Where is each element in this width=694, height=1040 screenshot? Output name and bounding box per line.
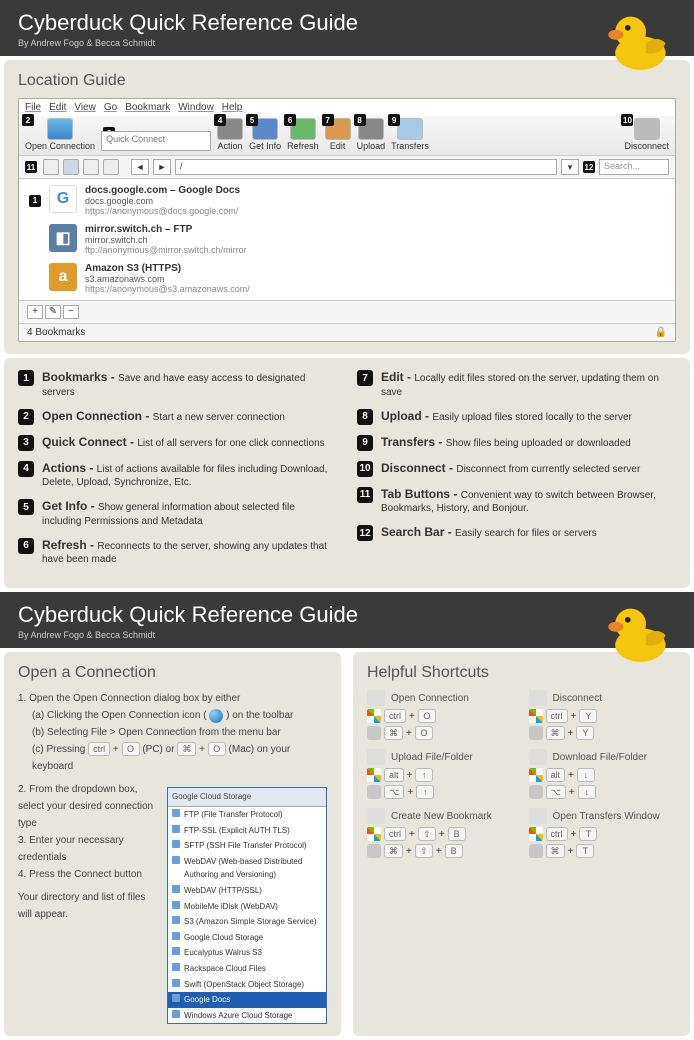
shortcut-item: Upload File/Folder alt + ↑ ⌥ + ↑ [367, 749, 515, 802]
legend-item: 8Upload - Easily upload files stored loc… [357, 409, 676, 425]
add-bookmark-button[interactable]: + [27, 305, 43, 319]
duck-logo [604, 4, 674, 74]
legend-section: 1Bookmarks - Save and have easy access t… [4, 358, 690, 588]
get-info-button[interactable]: 5Get Info [249, 118, 281, 151]
disconnect-button[interactable]: 10Disconnect [624, 118, 669, 151]
s3-icon: a [49, 263, 77, 291]
bookmark-footer: + ✎ − [19, 300, 675, 323]
mac-icon [529, 844, 543, 858]
connection-steps: 1. Open the Open Connection dialog box b… [18, 690, 327, 1024]
legend-item: 1Bookmarks - Save and have easy access t… [18, 370, 337, 399]
bookmark-item[interactable]: a Amazon S3 (HTTPS)s3.amazonaws.comhttps… [19, 259, 675, 298]
mac-icon [529, 785, 543, 799]
open-connection-heading: Open a Connection [18, 664, 327, 682]
shortcut-item: Disconnect ctrl + Y ⌘ + Y [529, 690, 677, 743]
open-connection-section: Open a Connection 1. Open the Open Conne… [4, 652, 341, 1036]
google-icon: G [49, 185, 77, 213]
mac-icon [367, 726, 381, 740]
legend-item: 7Edit - Locally edit files stored on the… [357, 370, 676, 399]
tab-history[interactable] [83, 159, 99, 175]
shortcuts-section: Helpful Shortcuts Open Connection ctrl +… [353, 652, 690, 1036]
location-guide-heading: Location Guide [18, 72, 676, 90]
tab-browser[interactable] [43, 159, 59, 175]
windows-icon [529, 768, 543, 782]
quick-connect-combo[interactable]: 3Quick Connect [101, 131, 211, 151]
statusbar: 4 Bookmarks 🔒 [19, 323, 675, 341]
shortcut-item: Open Transfers Window ctrl + T ⌘ + T [529, 808, 677, 861]
windows-icon [367, 768, 381, 782]
app-window: FileEditViewGoBookmarkWindowHelp 2Open C… [18, 98, 676, 342]
upload-button[interactable]: 8Upload [357, 118, 386, 151]
open-connection-button[interactable]: 2Open Connection [25, 118, 95, 151]
page-header-2: Cyberduck Quick Reference Guide By Andre… [0, 592, 694, 648]
refresh-button[interactable]: 6Refresh [287, 118, 319, 151]
legend-item: 9Transfers - Show files being uploaded o… [357, 435, 676, 451]
mac-icon [529, 726, 543, 740]
edit-button[interactable]: 7Edit [325, 118, 351, 151]
legend-item: 12Search Bar - Easily search for files o… [357, 525, 676, 541]
pathbar: 11 ◄ ► / ▾ 12 Search... [19, 156, 675, 179]
shortcuts-heading: Helpful Shortcuts [367, 664, 676, 682]
toolbar: 2Open Connection 3Quick Connect 4Action … [19, 116, 675, 156]
legend-item: 6Refresh - Reconnects to the server, sho… [18, 538, 337, 567]
search-input[interactable]: Search... [599, 159, 669, 175]
action-button[interactable]: 4Action [217, 118, 243, 151]
byline: By Andrew Fogo & Becca Schmidt [18, 38, 676, 48]
legend-item: 2Open Connection - Start a new server co… [18, 409, 337, 425]
legend-item: 4Actions - List of actions available for… [18, 461, 337, 490]
legend-item: 3Quick Connect - List of all servers for… [18, 435, 337, 451]
remove-bookmark-button[interactable]: − [63, 305, 79, 319]
protocol-dropdown: Google Cloud Storage FTP (File Transfer … [167, 787, 327, 1024]
edit-bookmark-button[interactable]: ✎ [45, 305, 61, 319]
windows-icon [529, 709, 543, 723]
page-title: Cyberduck Quick Reference Guide [18, 602, 676, 628]
menubar[interactable]: FileEditViewGoBookmarkWindowHelp [19, 99, 675, 116]
shortcut-item: Create New Bookmark ctrl + ⇧ + B ⌘ + ⇧ +… [367, 808, 515, 861]
tab-bonjour[interactable] [103, 159, 119, 175]
mac-icon [367, 785, 381, 799]
legend-item: 11Tab Buttons - Convenient way to switch… [357, 487, 676, 516]
page-header-1: Cyberduck Quick Reference Guide By Andre… [0, 0, 694, 56]
shortcut-item: Download File/Folder alt + ↓ ⌥ + ↓ [529, 749, 677, 802]
mac-icon [367, 844, 381, 858]
location-guide-section: Location Guide FileEditViewGoBookmarkWin… [4, 60, 690, 354]
legend-item: 5Get Info - Show general information abo… [18, 499, 337, 528]
duck-logo [604, 596, 674, 666]
transfers-button[interactable]: 9Transfers [391, 118, 429, 151]
shortcut-item: Open Connection ctrl + O ⌘ + O [367, 690, 515, 743]
nav-forward[interactable]: ► [153, 159, 171, 175]
byline: By Andrew Fogo & Becca Schmidt [18, 630, 676, 640]
page-title: Cyberduck Quick Reference Guide [18, 10, 676, 36]
ftp-icon: ◧ [49, 224, 77, 252]
nav-back[interactable]: ◄ [131, 159, 149, 175]
bookmark-list: 1 G docs.google.com – Google Docsdocs.go… [19, 179, 675, 300]
path-dropdown[interactable]: ▾ [561, 159, 579, 175]
path-input[interactable]: / [175, 159, 557, 175]
windows-icon [367, 827, 381, 841]
legend-item: 10Disconnect - Disconnect from currently… [357, 461, 676, 477]
windows-icon [529, 827, 543, 841]
tab-bookmarks[interactable] [63, 159, 79, 175]
bookmark-item[interactable]: ◧ mirror.switch.ch – FTPmirror.switch.ch… [19, 220, 675, 259]
windows-icon [367, 709, 381, 723]
bookmark-item[interactable]: 1 G docs.google.com – Google Docsdocs.go… [19, 181, 675, 220]
lock-icon: 🔒 [655, 327, 667, 338]
open-connection-icon [209, 709, 223, 723]
